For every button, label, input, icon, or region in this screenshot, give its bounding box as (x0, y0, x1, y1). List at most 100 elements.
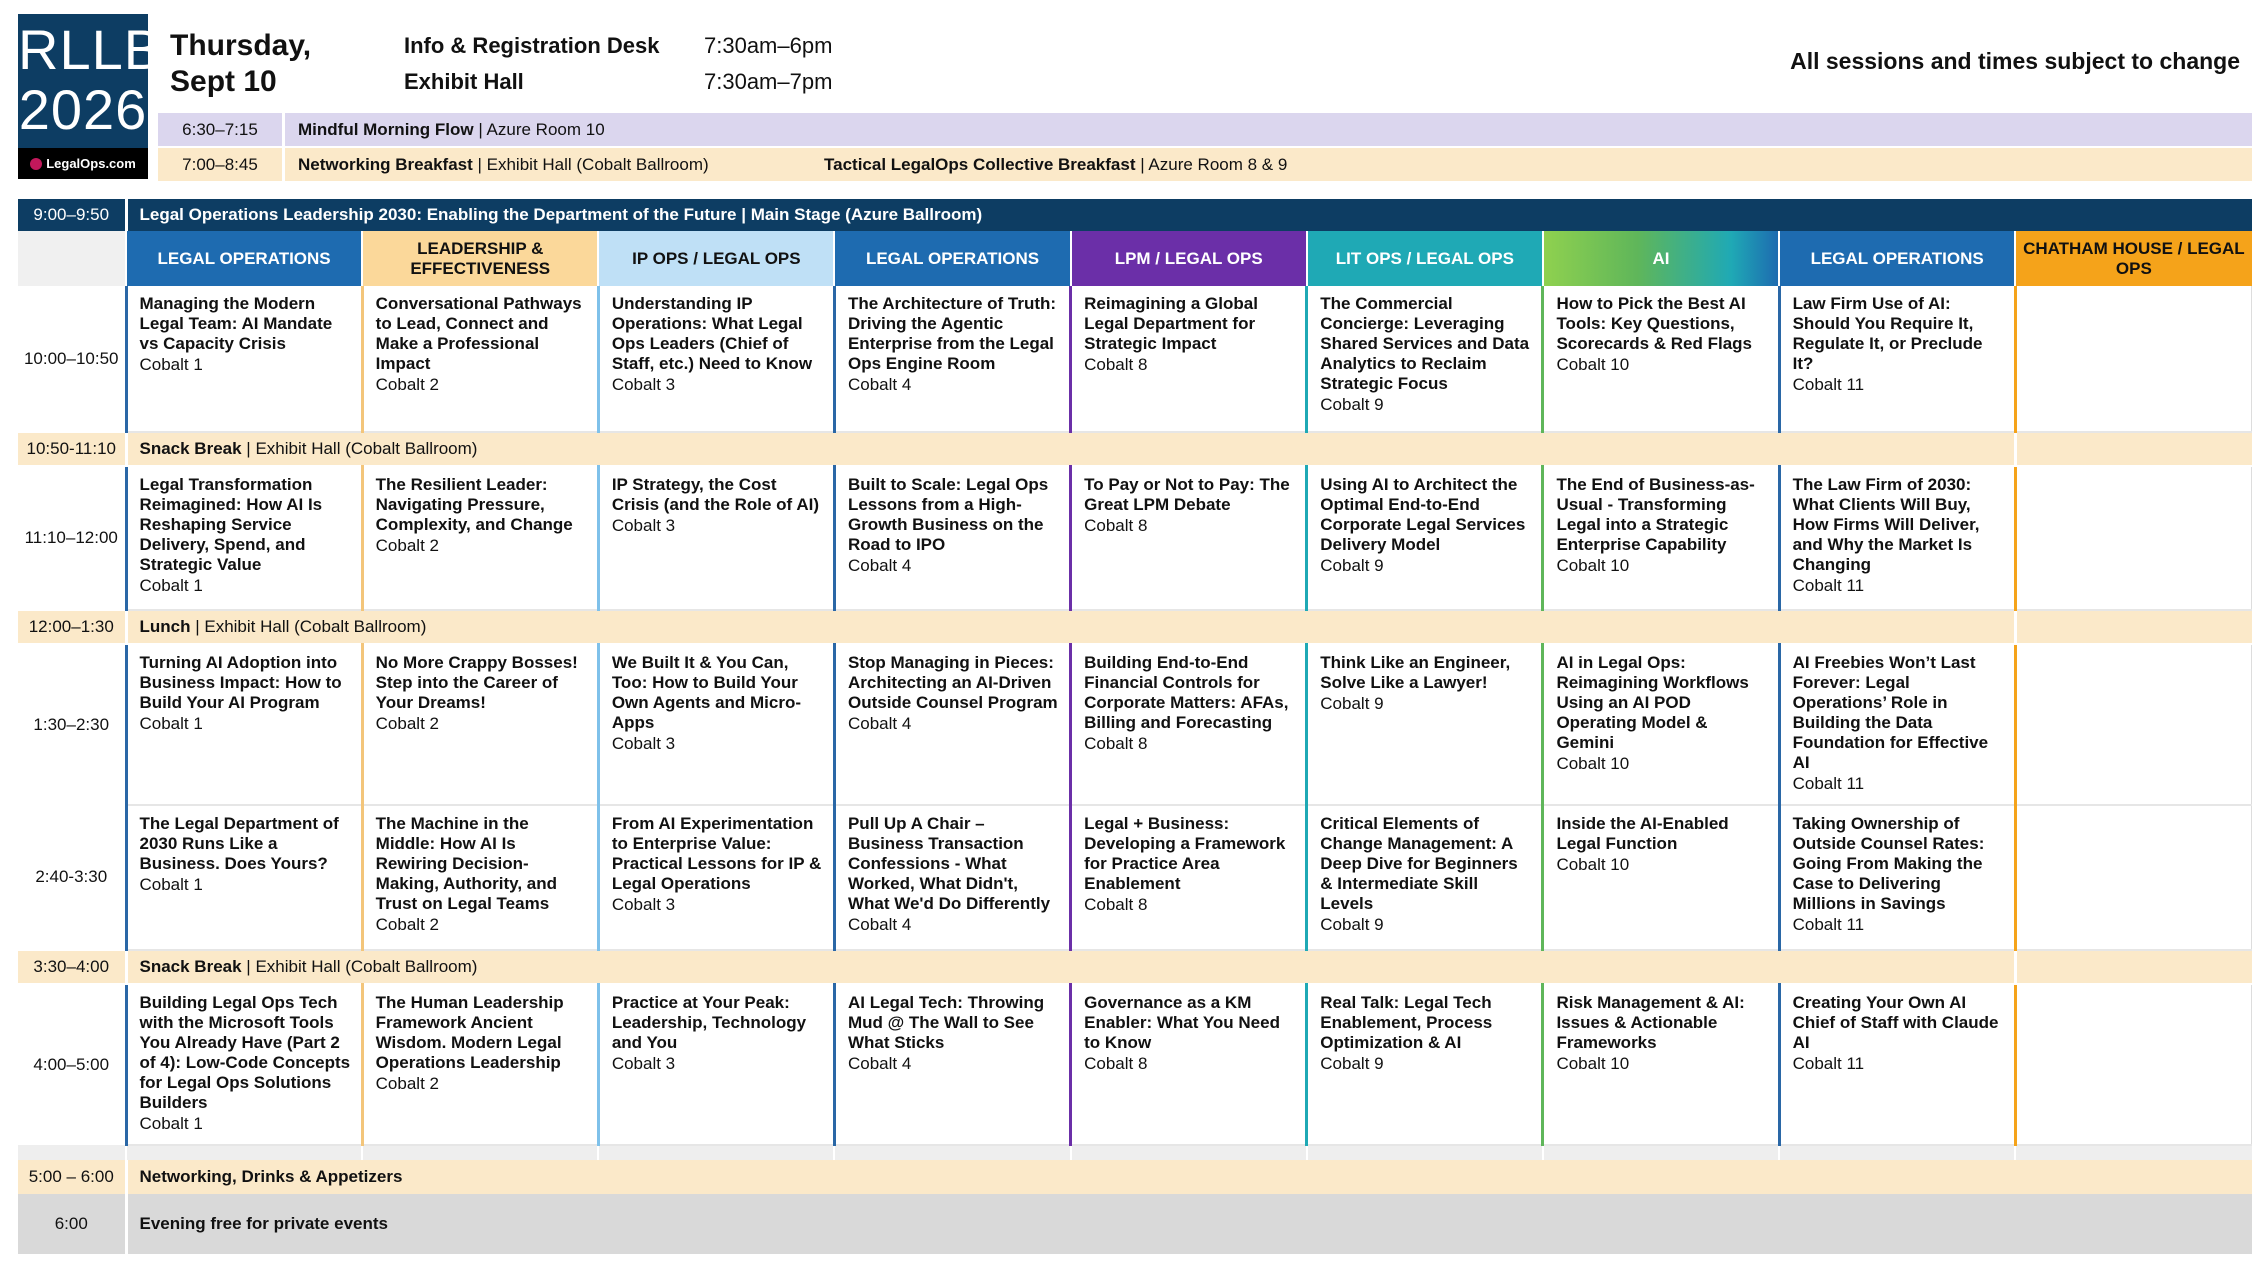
session-title: Risk Management & AI: Issues & Actionabl… (1556, 993, 1745, 1052)
keynote-title: Legal Operations Leadership 2030: Enabli… (126, 199, 2252, 231)
session-room: Cobalt 9 (1320, 1054, 1384, 1073)
session-room: Cobalt 10 (1556, 355, 1630, 374)
session-cell[interactable]: Understanding IP Operations: What Legal … (596, 286, 835, 433)
break-chatham-cell (2013, 609, 2252, 645)
session-cell[interactable]: Critical Elements of Change Management: … (1305, 805, 1543, 951)
hours-name: Exhibit Hall (404, 69, 524, 94)
networking-row: 5:00 – 6:00 Networking, Drinks & Appetize… (18, 1160, 2252, 1194)
session-cell[interactable]: The Human Leadership Framework Ancient W… (360, 984, 599, 1146)
session-room: Cobalt 11 (1792, 915, 1865, 934)
session-title: We Built It & You Can, Too: How to Build… (611, 653, 802, 732)
session-cell[interactable]: No More Crappy Bosses! Step into the Car… (360, 644, 599, 806)
spacer-cell (833, 1145, 1071, 1160)
session-cell[interactable]: Legal Transformation Reimagined: How AI … (124, 466, 363, 611)
session-cell[interactable]: We Built It & You Can, Too: How to Build… (596, 644, 835, 806)
session-room: Cobalt 3 (611, 1054, 676, 1073)
session-cell[interactable]: Real Talk: Legal Tech Enablement, Proces… (1305, 984, 1543, 1146)
session-cell[interactable]: From AI Experimentation to Enterprise Va… (596, 805, 835, 951)
session-cell[interactable]: The Resilient Leader: Navigating Pressur… (360, 466, 599, 611)
session-cell[interactable]: The Law Firm of 2030: What Clients Will … (1777, 466, 2016, 611)
hours-row: Info & Registration Desk 7:30am–6pm (404, 28, 832, 64)
session-title: IP Strategy, the Cost Crisis (and the Ro… (611, 475, 819, 514)
session-row: 11:10–12:00 Legal Transformation Reimagin… (18, 466, 2253, 611)
logo-brand: LegalOps.com (18, 148, 148, 179)
track-header: LIT OPS / LEGAL OPS (1305, 231, 1543, 286)
hours-time: 7:30am–7pm (704, 69, 833, 94)
morning-event-secondary: Tactical LegalOps Collective Breakfast |… (824, 148, 1287, 181)
session-cell[interactable]: Turning AI Adoption into Business Impact… (124, 644, 363, 806)
session-cell[interactable]: Creating Your Own AI Chief of Staff with… (1777, 984, 2016, 1146)
break-title: Lunch (139, 617, 191, 636)
session-cell[interactable]: Building End-to-End Financial Controls f… (1069, 644, 1307, 806)
session-title: Pull Up A Chair – Business Transaction C… (847, 814, 1051, 913)
session-room: Cobalt 3 (611, 375, 676, 394)
session-room: Cobalt 3 (611, 516, 676, 535)
morning-time: 6:30–7:15 (182, 120, 258, 139)
divider (282, 113, 285, 146)
session-cell[interactable]: Built to Scale: Legal Ops Lessons from a… (832, 466, 1071, 611)
session-cell[interactable]: Managing the Modern Legal Team: AI Manda… (124, 286, 363, 433)
session-cell[interactable] (2013, 286, 2253, 433)
session-cell[interactable]: Inside the AI-Enabled Legal Function Coba… (1541, 805, 1780, 951)
morning-event: Networking Breakfast | Exhibit Hall (Cob… (298, 148, 709, 181)
slot-time: 4:00–5:00 (18, 984, 126, 1145)
session-cell[interactable] (2013, 466, 2253, 611)
session-cell[interactable]: Stop Managing in Pieces: Architecting an… (832, 644, 1071, 806)
track-header: CHATHAM HOUSE / LEGAL OPS (2014, 231, 2252, 286)
session-title: Inside the AI-Enabled Legal Function (1556, 814, 1729, 853)
session-cell[interactable]: Pull Up A Chair – Business Transaction C… (832, 805, 1071, 951)
session-room: Cobalt 10 (1556, 855, 1630, 874)
session-cell[interactable]: IP Strategy, the Cost Crisis (and the Ro… (596, 466, 835, 611)
session-cell[interactable]: Reimagining a Global Legal Department fo… (1069, 286, 1307, 433)
track-header: IP OPS / LEGAL OPS (597, 231, 835, 286)
session-cell[interactable]: AI Freebies Won’t Last Forever: Legal Op… (1777, 644, 2016, 806)
session-title: Legal + Business: Developing a Framework… (1084, 814, 1286, 893)
session-cell[interactable]: Law Firm Use of AI: Should You Require I… (1777, 286, 2016, 433)
session-room: Cobalt 11 (1792, 375, 1865, 394)
session-cell[interactable]: AI Legal Tech: Throwing Mud @ The Wall t… (832, 984, 1071, 1146)
session-cell[interactable]: Using AI to Architect the Optimal End-to… (1305, 466, 1543, 611)
session-room: Cobalt 11 (1792, 1054, 1865, 1073)
session-title: Think Like an Engineer, Solve Like a Law… (1320, 653, 1511, 692)
slot-time: 11:10–12:00 (18, 466, 126, 610)
session-cell[interactable]: The Legal Department of 2030 Runs Like a… (124, 805, 363, 951)
session-cell[interactable]: To Pay or Not to Pay: The Great LPM Deba… (1069, 466, 1307, 611)
session-title: Understanding IP Operations: What Legal … (611, 294, 813, 373)
spacer-cell (1069, 1145, 1307, 1160)
session-room: Cobalt 10 (1556, 754, 1630, 773)
session-cell[interactable] (2013, 644, 2253, 806)
session-cell[interactable]: Practice at Your Peak: Leadership, Techn… (596, 984, 835, 1146)
session-room: Cobalt 8 (1084, 1054, 1148, 1073)
session-room: Cobalt 4 (847, 915, 912, 934)
session-room: Cobalt 3 (611, 734, 676, 753)
track-header: LEADERSHIP & EFFECTIVENESS (361, 231, 599, 286)
track-header: LEGAL OPERATIONS (1778, 231, 2016, 286)
break-location: | Exhibit Hall (Cobalt Ballroom) (241, 957, 478, 976)
session-room: Cobalt 8 (1084, 895, 1148, 914)
session-cell[interactable] (2013, 984, 2253, 1146)
slot-time: 12:00–1:30 (18, 609, 128, 645)
session-cell[interactable]: Building Legal Ops Tech with the Microso… (124, 984, 363, 1146)
session-title: Managing the Modern Legal Team: AI Manda… (139, 294, 333, 353)
session-cell[interactable]: The Commercial Concierge: Leveraging Sha… (1305, 286, 1543, 433)
session-cell[interactable]: How to Pick the Best AI Tools: Key Quest… (1541, 286, 1780, 433)
session-cell[interactable]: Think Like an Engineer, Solve Like a Law… (1305, 644, 1543, 806)
session-cell[interactable] (2013, 805, 2253, 951)
session-cell[interactable]: Governance as a KM Enabler: What You Nee… (1069, 984, 1307, 1146)
session-room: Cobalt 2 (375, 1074, 439, 1093)
session-cell[interactable]: The Architecture of Truth: Driving the A… (832, 286, 1071, 433)
session-cell[interactable]: Risk Management & AI: Issues & Actionabl… (1541, 984, 1780, 1146)
session-cell[interactable]: The Machine in the Middle: How AI Is Rew… (360, 805, 599, 951)
session-cell[interactable]: Taking Ownership of Outside Counsel Rate… (1777, 805, 2016, 951)
session-title: The Resilient Leader: Navigating Pressur… (375, 475, 573, 534)
morning-time: 7:00–8:45 (182, 155, 258, 174)
session-cell[interactable]: Conversational Pathways to Lead, Connect… (360, 286, 599, 433)
session-room: Cobalt 8 (1084, 516, 1148, 535)
day-name: Thursday, (170, 29, 312, 62)
session-room: Cobalt 2 (375, 375, 439, 394)
session-room: Cobalt 4 (847, 714, 912, 733)
break-event: Snack Break | Exhibit Hall (Cobalt Ballr… (126, 431, 2016, 467)
session-cell[interactable]: Legal + Business: Developing a Framework… (1069, 805, 1307, 951)
session-cell[interactable]: AI in Legal Ops: Reimagining Workflows U… (1541, 644, 1780, 806)
session-cell[interactable]: The End of Business-as-Usual - Transform… (1541, 466, 1780, 611)
